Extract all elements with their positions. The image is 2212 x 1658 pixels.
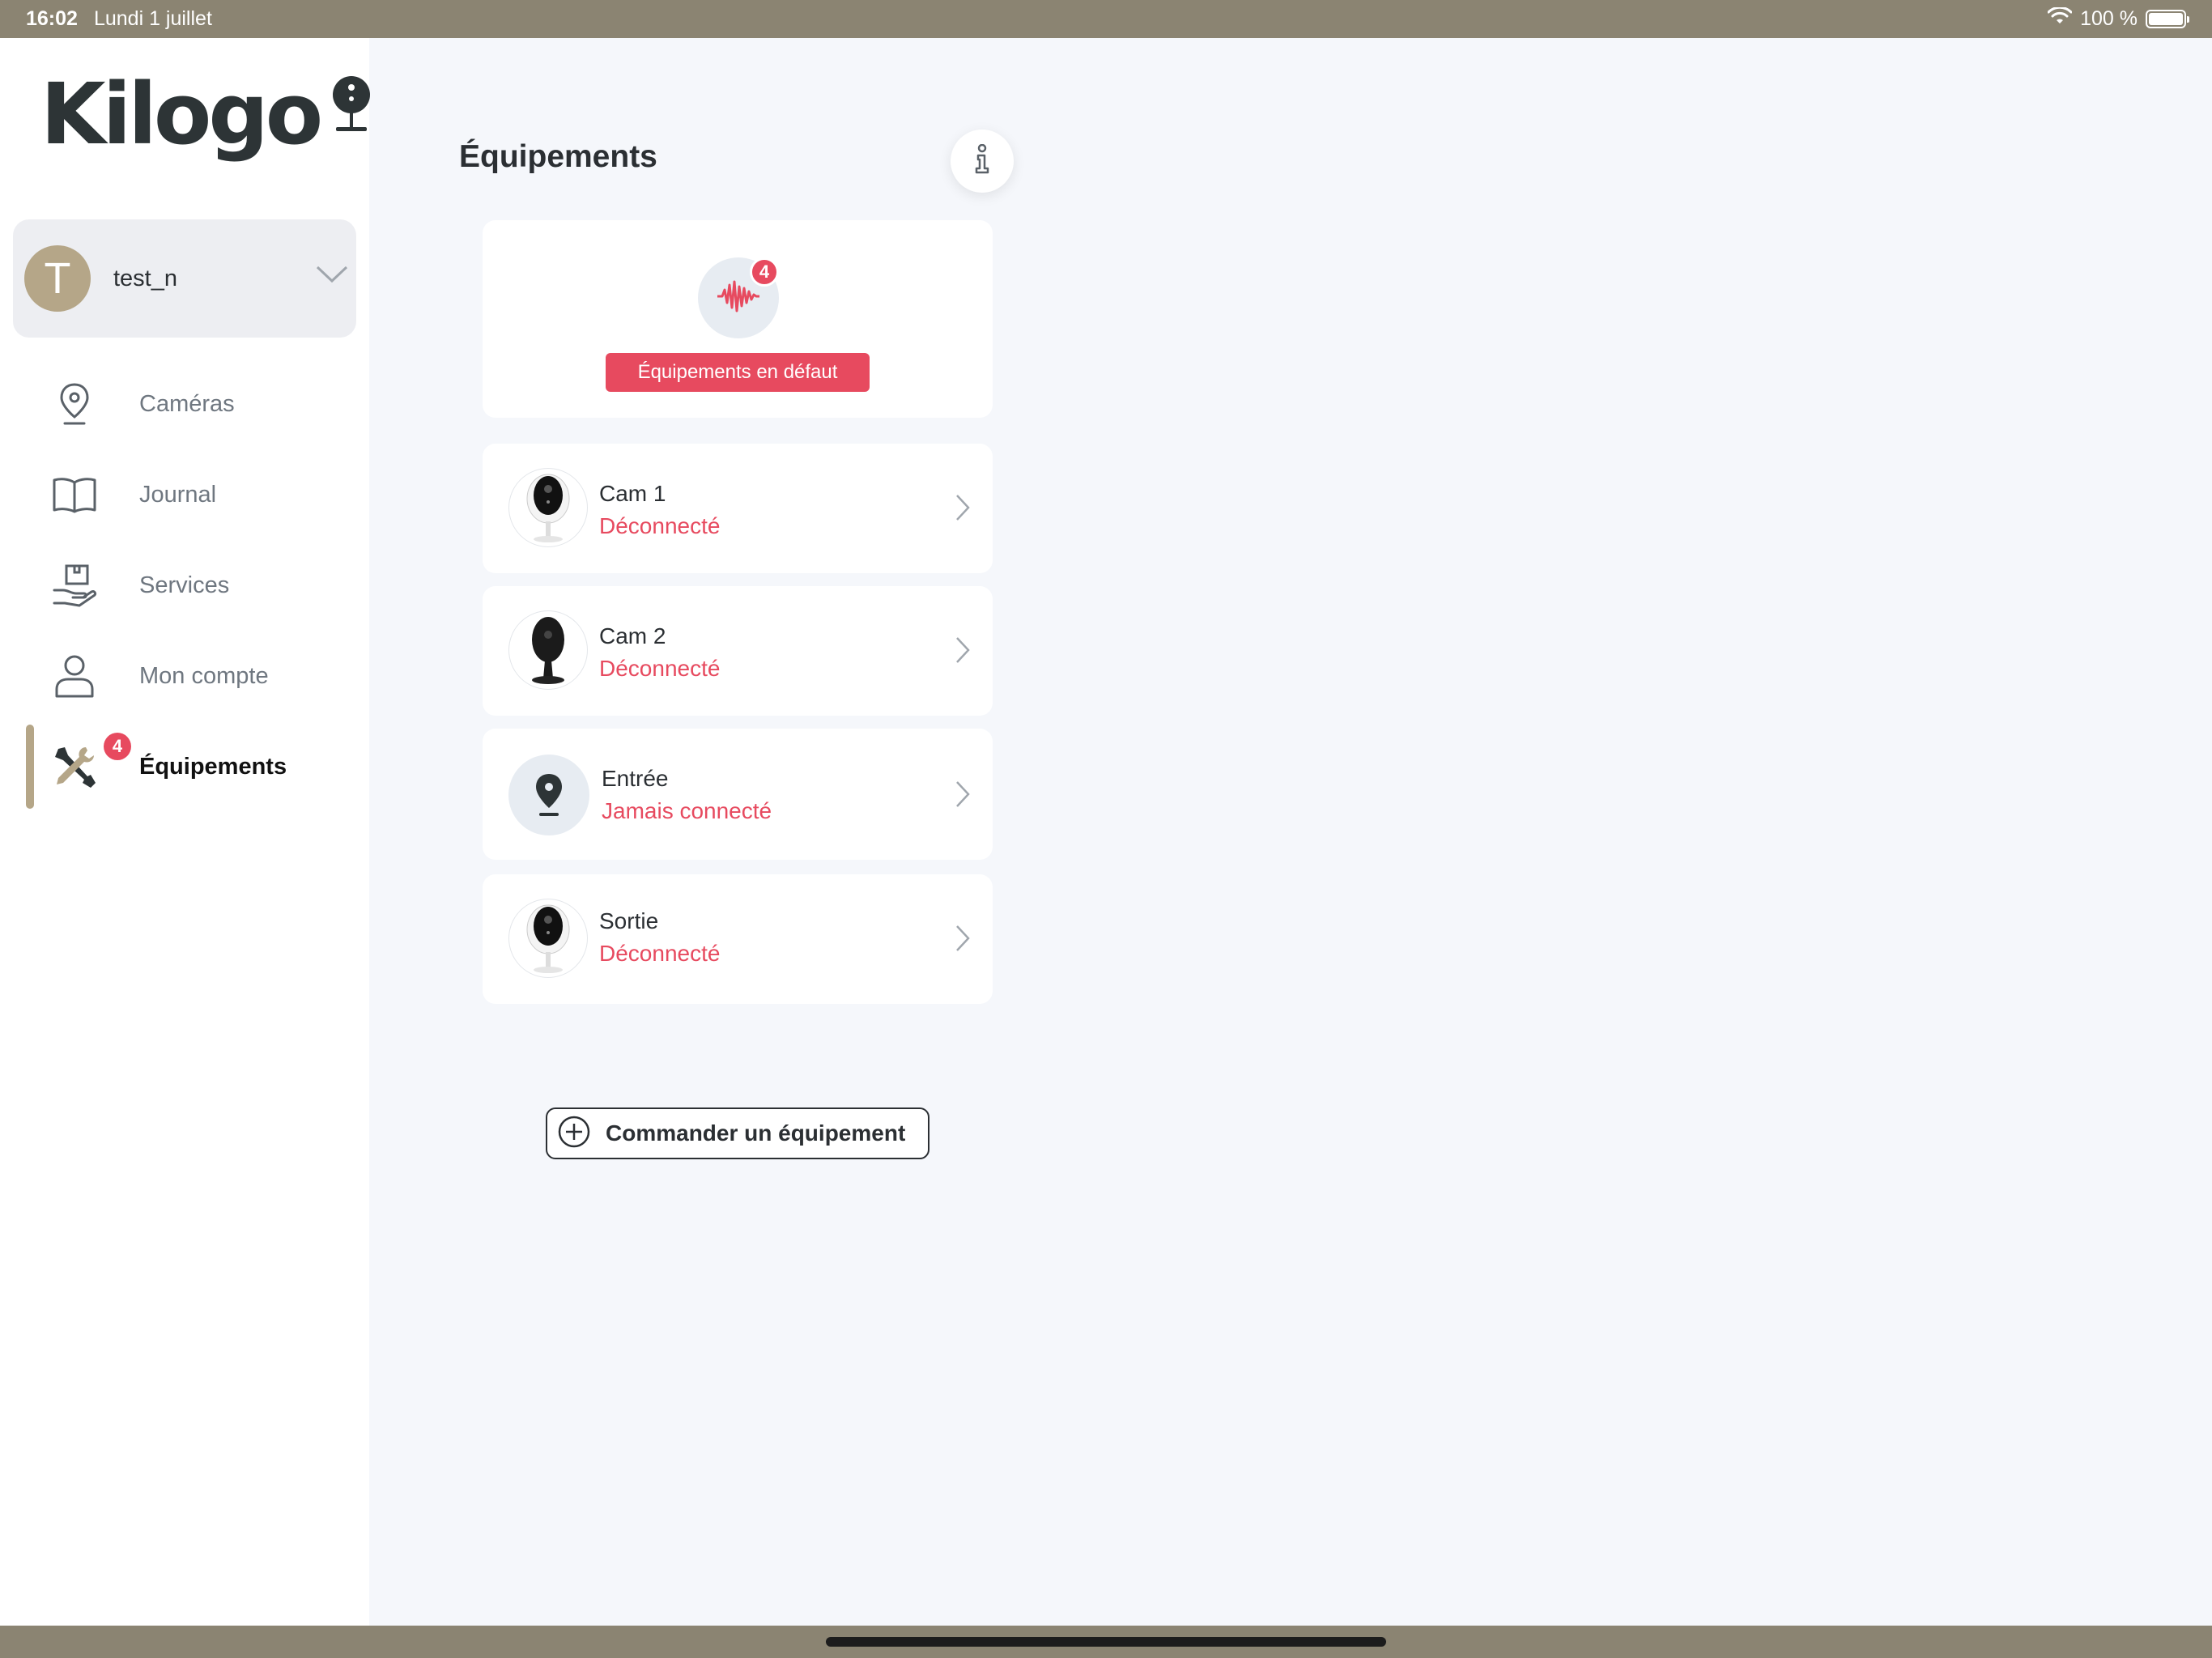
book-icon (50, 470, 99, 519)
user-icon (50, 652, 99, 700)
pin-camera-icon (508, 755, 589, 835)
battery-icon (2146, 10, 2189, 28)
sidebar-item-account[interactable]: Mon compte (0, 631, 369, 721)
nav-badge: 4 (104, 733, 131, 760)
faulty-equipment-card[interactable]: 4 Équipements en défaut (483, 220, 993, 418)
device-status: Déconnecté (599, 513, 721, 538)
sidebar-item-label: Équipements (139, 753, 287, 780)
page-title: Équipements (459, 139, 657, 174)
device-name: Entrée (602, 766, 669, 791)
sidebar-item-label: Mon compte (139, 662, 269, 689)
order-equipment-button[interactable]: Commander un équipement (546, 1107, 929, 1159)
sidebar-item-label: Services (139, 572, 230, 598)
alert-count-badge: 4 (750, 257, 779, 287)
wifi-icon (2047, 6, 2073, 31)
home-indicator[interactable] (826, 1637, 1386, 1647)
info-button[interactable] (951, 130, 1014, 193)
chevron-down-icon (316, 265, 348, 288)
chevron-right-icon (955, 494, 970, 525)
logo-text: Kilogo (40, 65, 323, 164)
active-indicator (26, 725, 34, 809)
device-status: Jamais connecté (602, 798, 772, 823)
status-right: 100 % (2047, 6, 2189, 31)
sidebar-item-cameras[interactable]: Caméras (0, 359, 369, 449)
device-card-sortie[interactable]: Sortie Déconnecté (483, 874, 993, 1004)
chevron-right-icon (955, 780, 970, 812)
hand-package-icon (50, 561, 99, 610)
white-camera-icon (508, 468, 588, 547)
info-icon (972, 143, 992, 179)
bottom-bar (0, 1626, 2212, 1658)
device-name: Sortie (599, 908, 659, 933)
device-card-cam2[interactable]: Cam 2 Déconnecté (483, 586, 993, 716)
white-camera-icon (508, 899, 588, 978)
sidebar-item-services[interactable]: Services (0, 540, 369, 631)
status-bar: 16:02 Lundi 1 juillet 100 % (0, 0, 2212, 38)
device-card-cam1[interactable]: Cam 1 Déconnecté (483, 444, 993, 573)
battery-percent: 100 % (2080, 7, 2138, 30)
device-name: Cam 2 (599, 623, 666, 648)
sidebar: Kilogo T test_n Caméras Journal Services… (0, 38, 372, 1626)
status-time: 16:02 (26, 7, 78, 30)
chevron-right-icon (955, 925, 970, 956)
sidebar-item-label: Journal (139, 481, 217, 508)
device-status: Déconnecté (599, 656, 721, 681)
sidebar-item-journal[interactable]: Journal (0, 449, 369, 540)
black-camera-icon (508, 610, 588, 690)
status-date: Lundi 1 juillet (93, 7, 212, 30)
tools-icon (50, 742, 99, 791)
account-switcher[interactable]: T test_n (13, 219, 356, 338)
order-button-label: Commander un équipement (606, 1120, 906, 1146)
avatar: T (24, 245, 91, 312)
sidebar-item-label: Caméras (139, 390, 235, 417)
chevron-right-icon (955, 636, 970, 668)
account-name: test_n (113, 265, 177, 291)
sidebar-item-equipements[interactable]: 4 Équipements (0, 721, 369, 812)
sound-wave-icon (716, 278, 761, 318)
plus-circle-icon (557, 1115, 591, 1153)
kilogo-logo: Kilogo (40, 72, 372, 156)
sidebar-nav: Caméras Journal Services Mon compte 4 Éq… (0, 359, 369, 812)
device-status: Déconnecté (599, 941, 721, 966)
device-card-entree[interactable]: Entrée Jamais connecté (483, 729, 993, 860)
faulty-equipment-label: Équipements en défaut (606, 353, 870, 392)
logo-camera-icon (331, 75, 372, 141)
device-name: Cam 1 (599, 481, 666, 506)
location-pin-icon (50, 380, 99, 428)
